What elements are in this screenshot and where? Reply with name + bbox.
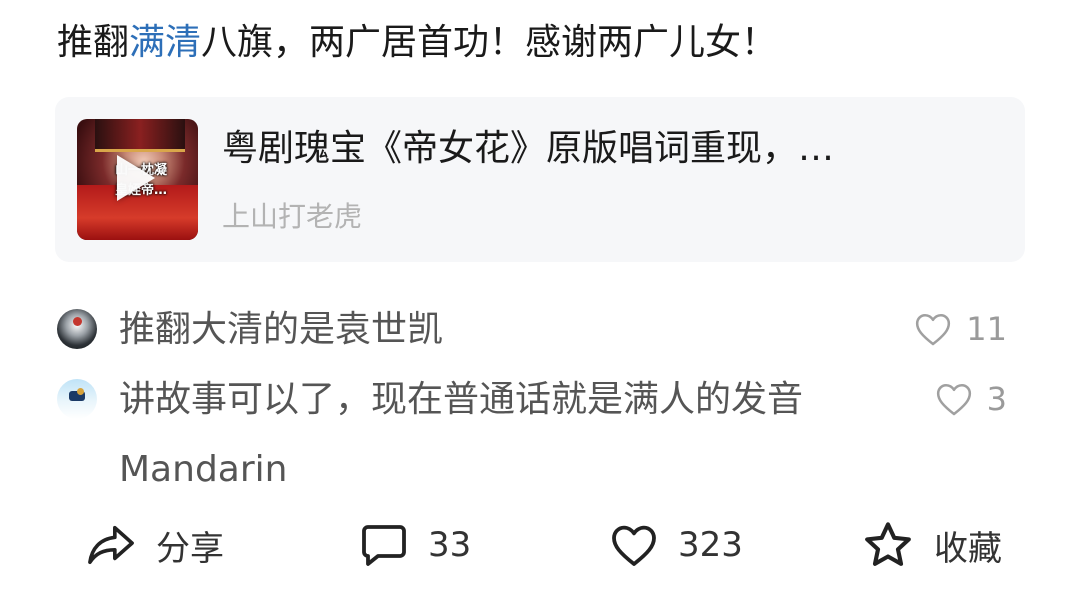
comment-like-count: 11 bbox=[966, 310, 1007, 348]
post-title-end: 八旗，两广居首功！感谢两广儿女！ bbox=[201, 22, 778, 63]
comment-icon bbox=[362, 525, 406, 566]
star-icon bbox=[865, 522, 911, 566]
comment-like-button[interactable]: 11 bbox=[914, 301, 1007, 357]
comment-count: 33 bbox=[428, 525, 472, 565]
avatar[interactable] bbox=[57, 379, 97, 419]
video-title[interactable]: 粤剧瑰宝《帝女花》原版唱词重现，… bbox=[222, 125, 834, 173]
comment-text: 推翻大清的是袁世凯 bbox=[119, 309, 444, 350]
video-author[interactable]: 上山打老虎 bbox=[222, 197, 362, 237]
comment-button[interactable]: 33 bbox=[360, 510, 471, 580]
favorite-button[interactable]: 收藏 bbox=[862, 510, 1002, 580]
heart-icon bbox=[936, 383, 971, 416]
hashtag-link[interactable]: 满清 bbox=[129, 22, 201, 63]
post-title-start: 推翻 bbox=[57, 22, 130, 63]
action-bar: 分享 33 323 收藏 bbox=[0, 510, 1080, 580]
like-count: 323 bbox=[678, 525, 743, 565]
comment-item: 讲故事可以了，现在普通话就是满人的发音Mandarin 3 bbox=[57, 379, 1007, 490]
avatar[interactable] bbox=[57, 309, 97, 349]
thumbnail-crown bbox=[95, 119, 185, 152]
video-thumbnail[interactable]: 山一枕凝 皇姪帝… bbox=[77, 119, 198, 240]
comment-like-button[interactable]: 3 bbox=[935, 371, 1007, 427]
comment-like-count: 3 bbox=[986, 380, 1007, 418]
favorite-label: 收藏 bbox=[934, 528, 1002, 569]
play-icon[interactable] bbox=[117, 155, 155, 201]
comment-text: 讲故事可以了，现在普通话就是满人的发音Mandarin bbox=[119, 379, 804, 490]
share-icon bbox=[88, 525, 134, 565]
share-button[interactable]: 分享 bbox=[86, 510, 224, 580]
heart-icon bbox=[916, 313, 951, 346]
comment-item: 推翻大清的是袁世凯 11 bbox=[57, 309, 1007, 353]
heart-icon bbox=[612, 525, 656, 566]
share-label: 分享 bbox=[156, 528, 224, 569]
video-card[interactable]: 山一枕凝 皇姪帝… 粤剧瑰宝《帝女花》原版唱词重现，… 上山打老虎 bbox=[55, 97, 1025, 262]
like-button[interactable]: 323 bbox=[610, 510, 743, 580]
post-title: 推翻满清八旗，两广居首功！感谢两广儿女！ bbox=[57, 14, 777, 72]
